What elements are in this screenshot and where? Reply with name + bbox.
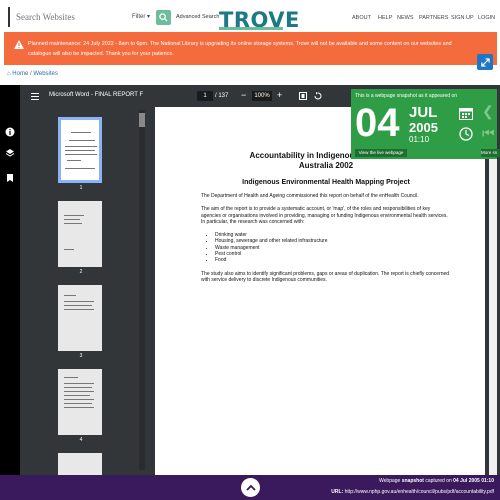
- nav-partners[interactable]: PARTNERS: [419, 15, 448, 21]
- chevron-down-icon: ▾: [147, 14, 151, 20]
- snapshot-caption: Webpage snapshot captured on 04 Jul 2005…: [379, 478, 494, 484]
- nav-about[interactable]: ABOUT: [352, 15, 371, 21]
- snapshot-panel: This is a webpage snapshot as it appeare…: [351, 89, 500, 159]
- breadcrumb: ⌂ Home / Websites: [7, 71, 58, 77]
- thumbnail-number: 4: [79, 437, 83, 443]
- thumbnail-page[interactable]: [58, 285, 102, 351]
- nav-login[interactable]: LOGIN: [478, 15, 495, 21]
- warning-icon: [14, 40, 24, 49]
- first-snapshot-icon[interactable]: ⏮: [482, 125, 495, 142]
- list-item: Food: [215, 257, 451, 263]
- home-icon: ⌂: [7, 71, 11, 77]
- page-total: / 137: [215, 93, 229, 99]
- nav-news[interactable]: NEWS: [397, 15, 414, 21]
- zoom-out-icon[interactable]: −: [241, 90, 246, 100]
- logo-arc-icon: [219, 27, 283, 30]
- rotate-icon[interactable]: [314, 92, 322, 100]
- search-box: [8, 7, 130, 27]
- nav-sign-up[interactable]: SIGN UP: [451, 15, 474, 21]
- maintenance-notice: Planned maintenance: 24 July 2022 - 8am …: [4, 32, 497, 65]
- filter-label: Filter: [132, 14, 146, 20]
- nav-help[interactable]: HELP: [378, 15, 392, 21]
- search-icon: [159, 13, 168, 22]
- snapshot-time: 01:10: [409, 135, 430, 144]
- thumbnail-scrollbar[interactable]: [139, 110, 145, 470]
- bookmark-icon[interactable]: [5, 173, 15, 183]
- document-title: Microsoft Word - FINAL REPORT F: [49, 92, 144, 98]
- collapse-button[interactable]: [241, 478, 260, 497]
- search-input[interactable]: [16, 9, 130, 25]
- doc-paragraph: The aim of the report is to provide a sy…: [201, 206, 448, 225]
- left-sidebar: [0, 85, 20, 475]
- snapshot-month: JUL: [409, 104, 438, 121]
- more-snapshots-button[interactable]: More sn: [481, 149, 500, 157]
- doc-bullet-list: Drinking water Housing, sewerage and oth…: [201, 232, 451, 263]
- doc-paragraph: The study also aims to identify signific…: [201, 270, 450, 283]
- breadcrumb-home[interactable]: Home: [12, 71, 28, 77]
- layers-icon[interactable]: [5, 148, 15, 158]
- snapshot-year: 2005: [409, 120, 438, 135]
- page-scrollbar[interactable]: [489, 107, 497, 475]
- doc-title-line2: Australia 2002: [298, 161, 354, 170]
- top-bar: Filter ▾ Advanced Search TROVE ABOUT HEL…: [0, 0, 500, 32]
- chevron-left-icon[interactable]: ❮: [482, 103, 494, 120]
- chevron-up-icon: [245, 484, 256, 491]
- zoom-level[interactable]: 100%: [252, 91, 272, 101]
- info-icon[interactable]: [5, 127, 15, 137]
- thumbnail-number: 1: [79, 185, 83, 191]
- scrollbar-thumb[interactable]: [139, 113, 145, 127]
- expand-button[interactable]: [477, 54, 493, 70]
- snapshot-heading: This is a webpage snapshot as it appeare…: [355, 93, 458, 99]
- thumbnail-page[interactable]: [58, 369, 102, 435]
- advanced-search-link[interactable]: Advanced Search: [176, 14, 219, 20]
- thumbnail-page[interactable]: [58, 117, 102, 183]
- breadcrumb-separator: /: [29, 71, 32, 77]
- breadcrumb-websites[interactable]: Websites: [33, 71, 58, 77]
- view-live-button[interactable]: View the live webpage: [355, 149, 407, 157]
- fit-page-icon[interactable]: [299, 92, 307, 100]
- menu-icon[interactable]: [31, 93, 39, 100]
- page-number-input[interactable]: [197, 91, 213, 101]
- notice-text: Planned maintenance: 24 July 2022 - 8am …: [28, 41, 452, 57]
- doc-subtitle: Indigenous Environmental Health Mapping …: [242, 179, 410, 186]
- thumbnail-number: 2: [79, 269, 83, 275]
- expand-icon: [480, 57, 490, 67]
- thumbnail-panel: 1 2 3 4: [20, 107, 150, 475]
- search-button[interactable]: [156, 10, 171, 25]
- filter-dropdown[interactable]: Filter ▾: [132, 13, 150, 20]
- document-page: Accountability in Indigenous Environme A…: [155, 107, 485, 475]
- calendar-icon[interactable]: [459, 107, 473, 120]
- snapshot-url[interactable]: URL: http://www.nphp.gov.au/enhealth/cou…: [331, 489, 494, 495]
- thumbnail-page[interactable]: [58, 201, 102, 267]
- document-content: Accountability in Indigenous Environme A…: [201, 151, 451, 283]
- doc-paragraph: The Department of Health and Ageing comm…: [201, 193, 419, 199]
- thumbnail-page[interactable]: [58, 453, 102, 475]
- zoom-in-icon[interactable]: +: [277, 90, 282, 100]
- thumbnail-number: 3: [79, 353, 83, 359]
- clock-icon[interactable]: [459, 127, 473, 141]
- snapshot-day: 04: [355, 101, 400, 145]
